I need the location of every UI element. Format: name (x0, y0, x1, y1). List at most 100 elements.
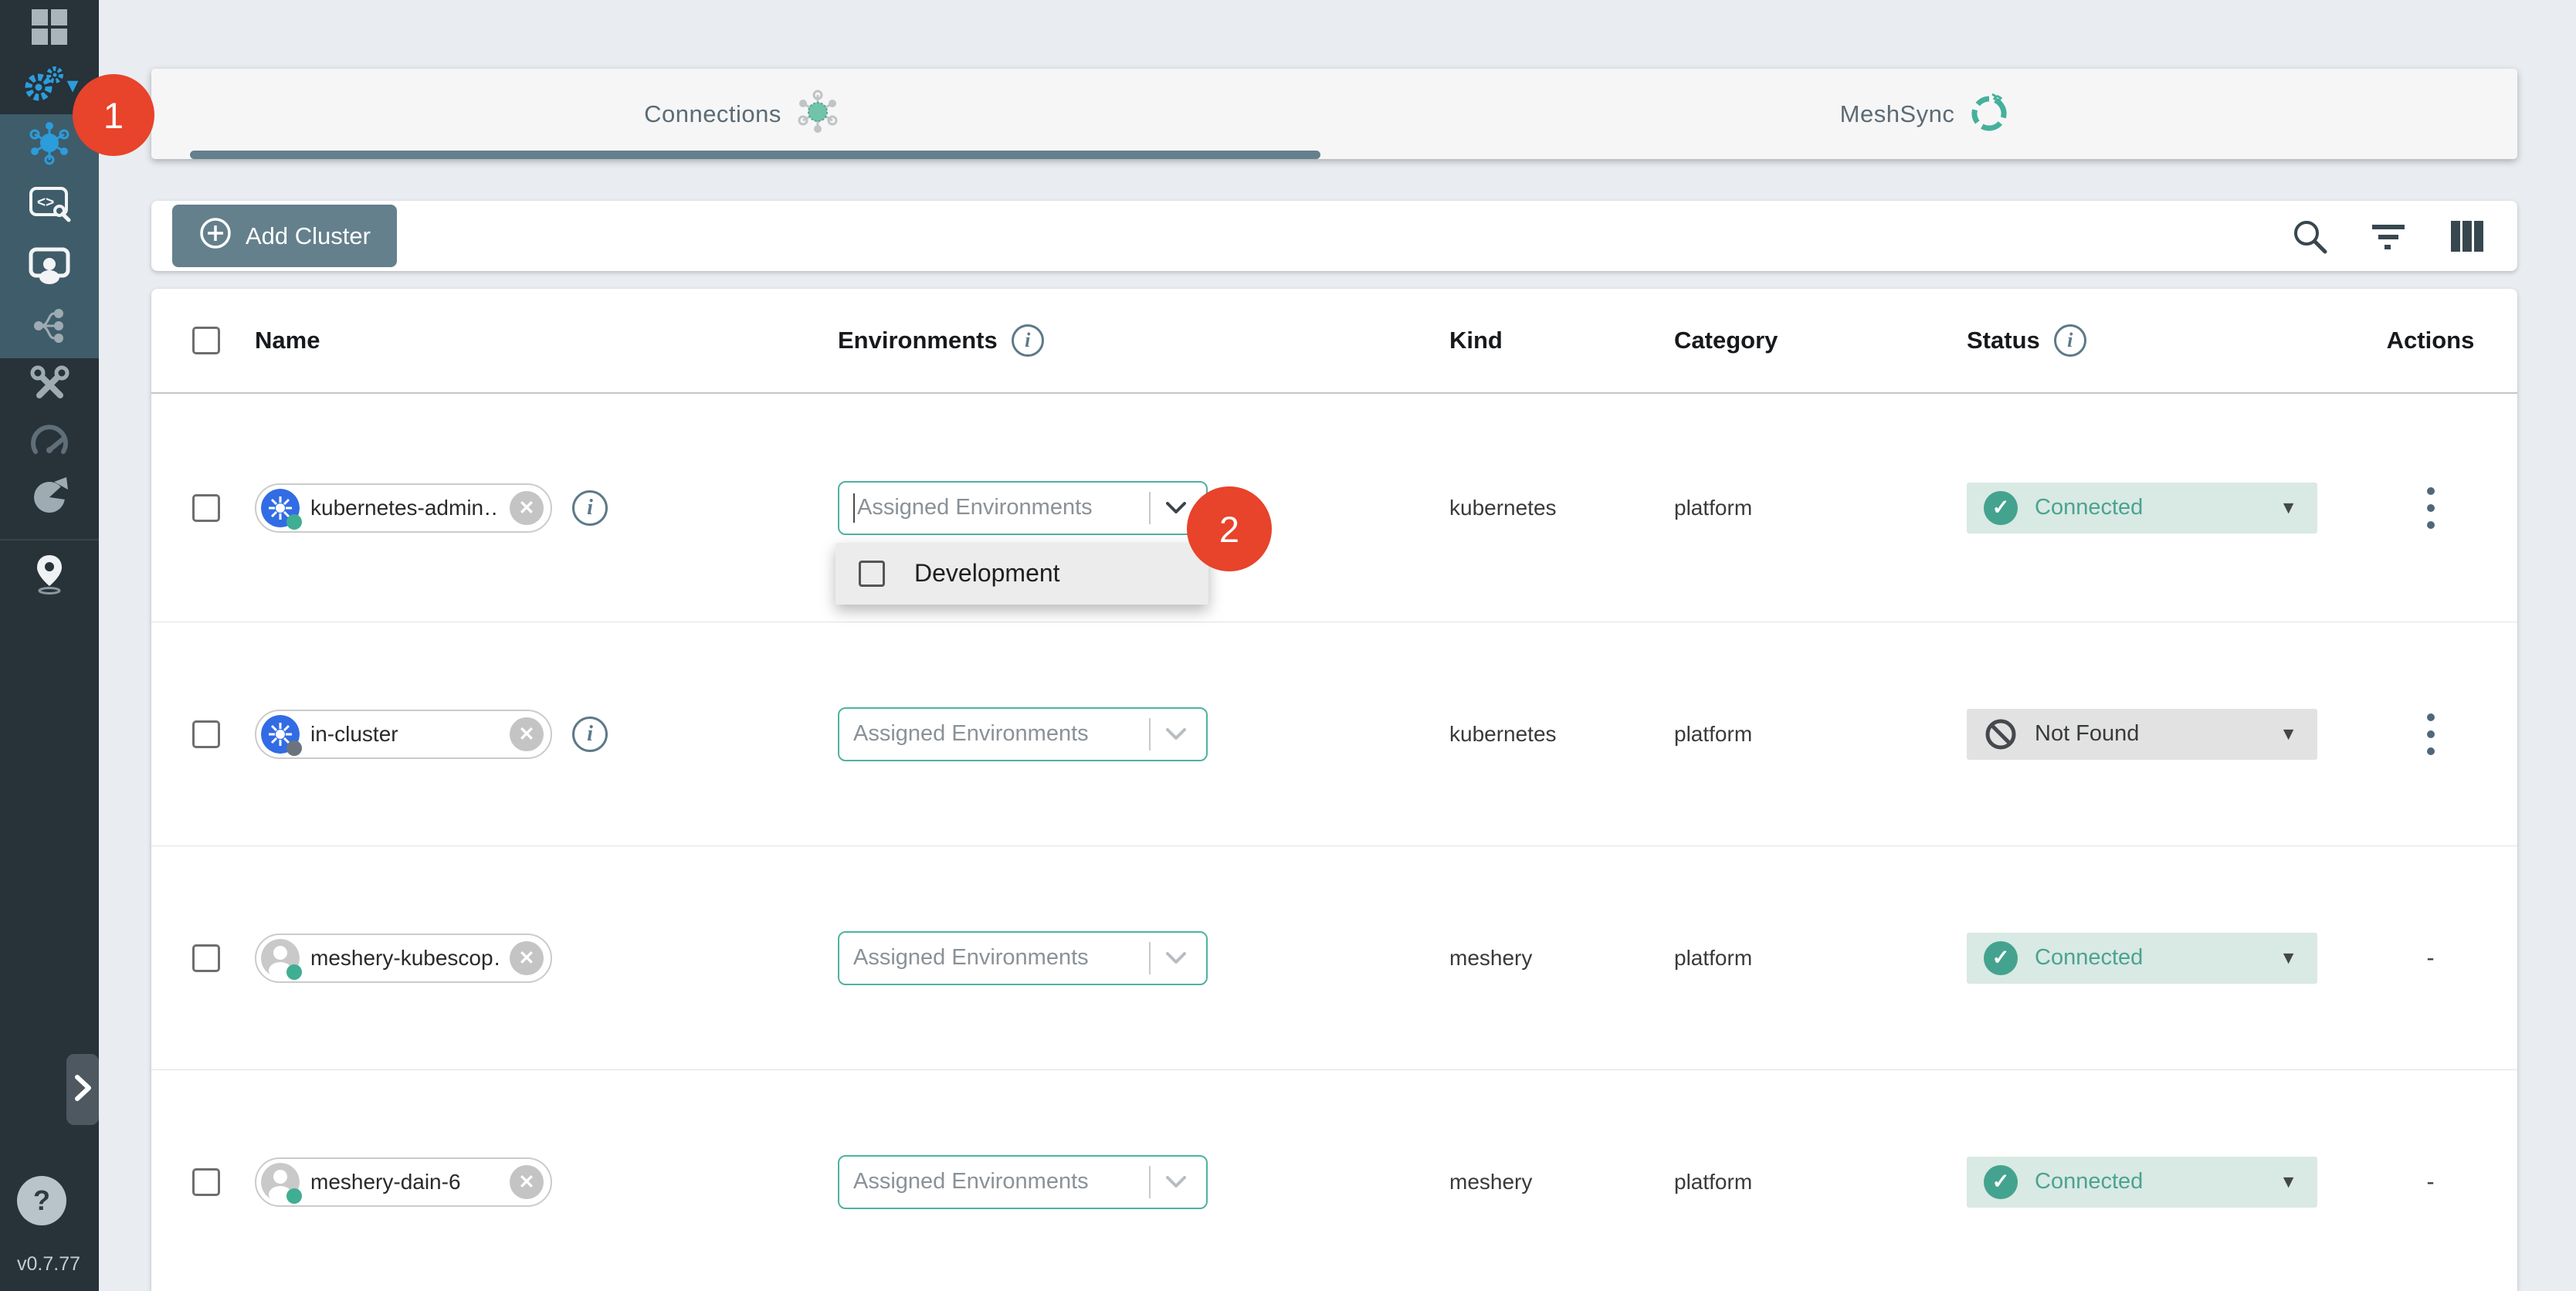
connection-name-chip[interactable]: in-cluster ✕ (255, 710, 552, 759)
filter-icon[interactable] (2369, 217, 2408, 256)
remove-connection-icon[interactable]: ✕ (510, 941, 544, 975)
assigned-environments-select[interactable]: Assigned Environments (838, 931, 1208, 985)
sidebar-item-configuration[interactable] (0, 358, 99, 414)
remove-connection-icon[interactable]: ✕ (510, 717, 544, 751)
assigned-environments-select[interactable]: Assigned Environments (838, 481, 1208, 535)
table-row: kubernetes-admin… ✕ i Assigned Environme… (151, 394, 2517, 622)
remove-connection-icon[interactable]: ✕ (510, 491, 544, 525)
connection-name-chip[interactable]: kubernetes-admin… ✕ (255, 483, 552, 533)
column-header-actions: Actions (2344, 327, 2517, 354)
info-icon[interactable]: i (572, 490, 608, 526)
connection-name: meshery-kubescop… (310, 946, 499, 971)
env-placeholder: Assigned Environments (853, 721, 1143, 747)
tab-connections[interactable]: Connections (151, 69, 1334, 159)
select-all-checkbox[interactable] (192, 327, 220, 354)
sidebar-item-service-mesh[interactable] (0, 297, 99, 358)
sidebar-item-extensions[interactable] (0, 469, 99, 525)
row-checkbox[interactable] (192, 494, 220, 522)
chevron-down-icon[interactable] (1166, 502, 1186, 514)
branch-nodes-icon (28, 304, 71, 351)
row-checkbox[interactable] (192, 720, 220, 748)
actions-none: - (2427, 1169, 2435, 1195)
check-circle-icon: ✓ (1984, 941, 2018, 975)
toolbar: Add Cluster (151, 201, 2517, 271)
add-cluster-button[interactable]: Add Cluster (172, 205, 397, 267)
select-divider (1149, 718, 1151, 751)
column-header-kind[interactable]: Kind (1449, 327, 1674, 354)
row-checkbox[interactable] (192, 1168, 220, 1196)
question-mark-icon: ? (33, 1184, 50, 1217)
category-value: platform (1674, 722, 1752, 747)
status-dropdown[interactable]: ✓ Connected ▼ (1967, 933, 2317, 984)
info-icon[interactable]: i (572, 717, 608, 752)
kind-value: kubernetes (1449, 722, 1557, 747)
assigned-environments-select[interactable]: Assigned Environments (838, 1155, 1208, 1209)
avatar-icon (261, 939, 300, 978)
check-circle-icon: ✓ (1984, 491, 2018, 525)
remove-connection-icon[interactable]: ✕ (510, 1165, 544, 1199)
prohibited-icon (1984, 717, 2018, 751)
chevron-down-icon[interactable] (1166, 952, 1186, 964)
tab-meshsync[interactable]: MeshSync (1334, 69, 2517, 159)
connection-name: meshery-dain-6 (310, 1170, 499, 1194)
column-header-status[interactable]: Status i (1967, 324, 2344, 357)
option-checkbox[interactable] (859, 561, 885, 587)
dashboard-icon (29, 6, 70, 52)
status-dropdown[interactable]: Not Found ▼ (1967, 709, 2317, 760)
sidebar-item-dashboard[interactable] (0, 0, 99, 57)
connection-name-chip[interactable]: meshery-kubescop… ✕ (255, 934, 552, 983)
pie-facets-icon (28, 474, 71, 521)
caret-down-icon[interactable]: ▼ (2279, 497, 2297, 518)
view-columns-icon[interactable] (2448, 217, 2486, 256)
check-circle-icon: ✓ (1984, 1165, 2018, 1199)
caret-down-icon[interactable]: ▼ (2279, 1171, 2297, 1192)
person-screen-icon (26, 243, 73, 290)
kind-value: meshery (1449, 946, 1532, 971)
sidebar-item-adapters[interactable]: <> (0, 175, 99, 236)
sidebar-item-workspaces[interactable] (0, 236, 99, 297)
status-dropdown[interactable]: ✓ Connected ▼ (1967, 1157, 2317, 1208)
main-content: Connections MeshSync (99, 0, 2576, 1291)
mesh-network-icon (794, 88, 842, 140)
chevron-down-icon[interactable] (1166, 1176, 1186, 1188)
chevron-right-icon (70, 1072, 95, 1107)
info-icon[interactable]: i (1012, 324, 1044, 357)
info-icon[interactable]: i (2054, 324, 2086, 357)
active-tab-indicator (190, 151, 1320, 159)
connection-name-chip[interactable]: meshery-dain-6 ✕ (255, 1157, 552, 1207)
status-dot (286, 1188, 302, 1204)
chevron-down-icon[interactable] (1166, 728, 1186, 740)
category-value: platform (1674, 1170, 1752, 1194)
tab-meshsync-label: MeshSync (1840, 100, 1955, 128)
assigned-environments-select[interactable]: Assigned Environments (838, 707, 1208, 761)
status-dot (286, 740, 302, 756)
row-actions-menu-icon[interactable] (2427, 713, 2435, 755)
environment-option-development[interactable]: Development (836, 543, 1208, 605)
select-divider (1149, 1166, 1151, 1198)
sidebar-item-performance[interactable] (0, 414, 99, 469)
status-dropdown[interactable]: ✓ Connected ▼ (1967, 483, 2317, 534)
status-dot (286, 514, 302, 530)
column-header-name[interactable]: Name (255, 327, 838, 354)
map-pin-icon (28, 551, 71, 599)
caret-down-icon[interactable]: ▼ (2279, 947, 2297, 968)
sidebar-divider (0, 539, 99, 540)
column-header-category[interactable]: Category (1674, 327, 1967, 354)
search-icon[interactable] (2290, 217, 2329, 256)
sidebar-item-catalog[interactable] (0, 545, 99, 605)
help-button[interactable]: ? (17, 1176, 66, 1225)
kubernetes-icon (261, 489, 300, 527)
kind-value: meshery (1449, 1170, 1532, 1194)
actions-none: - (2427, 945, 2435, 971)
annotation-step-1: 1 (73, 74, 154, 156)
sidebar-expand-button[interactable] (66, 1054, 99, 1125)
table-header-row: Name Environments i Kind Category Status… (151, 289, 2517, 394)
table-row: meshery-dain-6 ✕ Assigned Environments m… (151, 1070, 2517, 1291)
column-header-environments[interactable]: Environments i (838, 324, 1449, 357)
caret-down-icon[interactable]: ▼ (2279, 723, 2297, 744)
row-actions-menu-icon[interactable] (2427, 487, 2435, 529)
row-checkbox[interactable] (192, 944, 220, 972)
category-value: platform (1674, 496, 1752, 520)
app-version: v0.7.77 (17, 1253, 80, 1276)
crossed-tools-icon (28, 363, 71, 410)
